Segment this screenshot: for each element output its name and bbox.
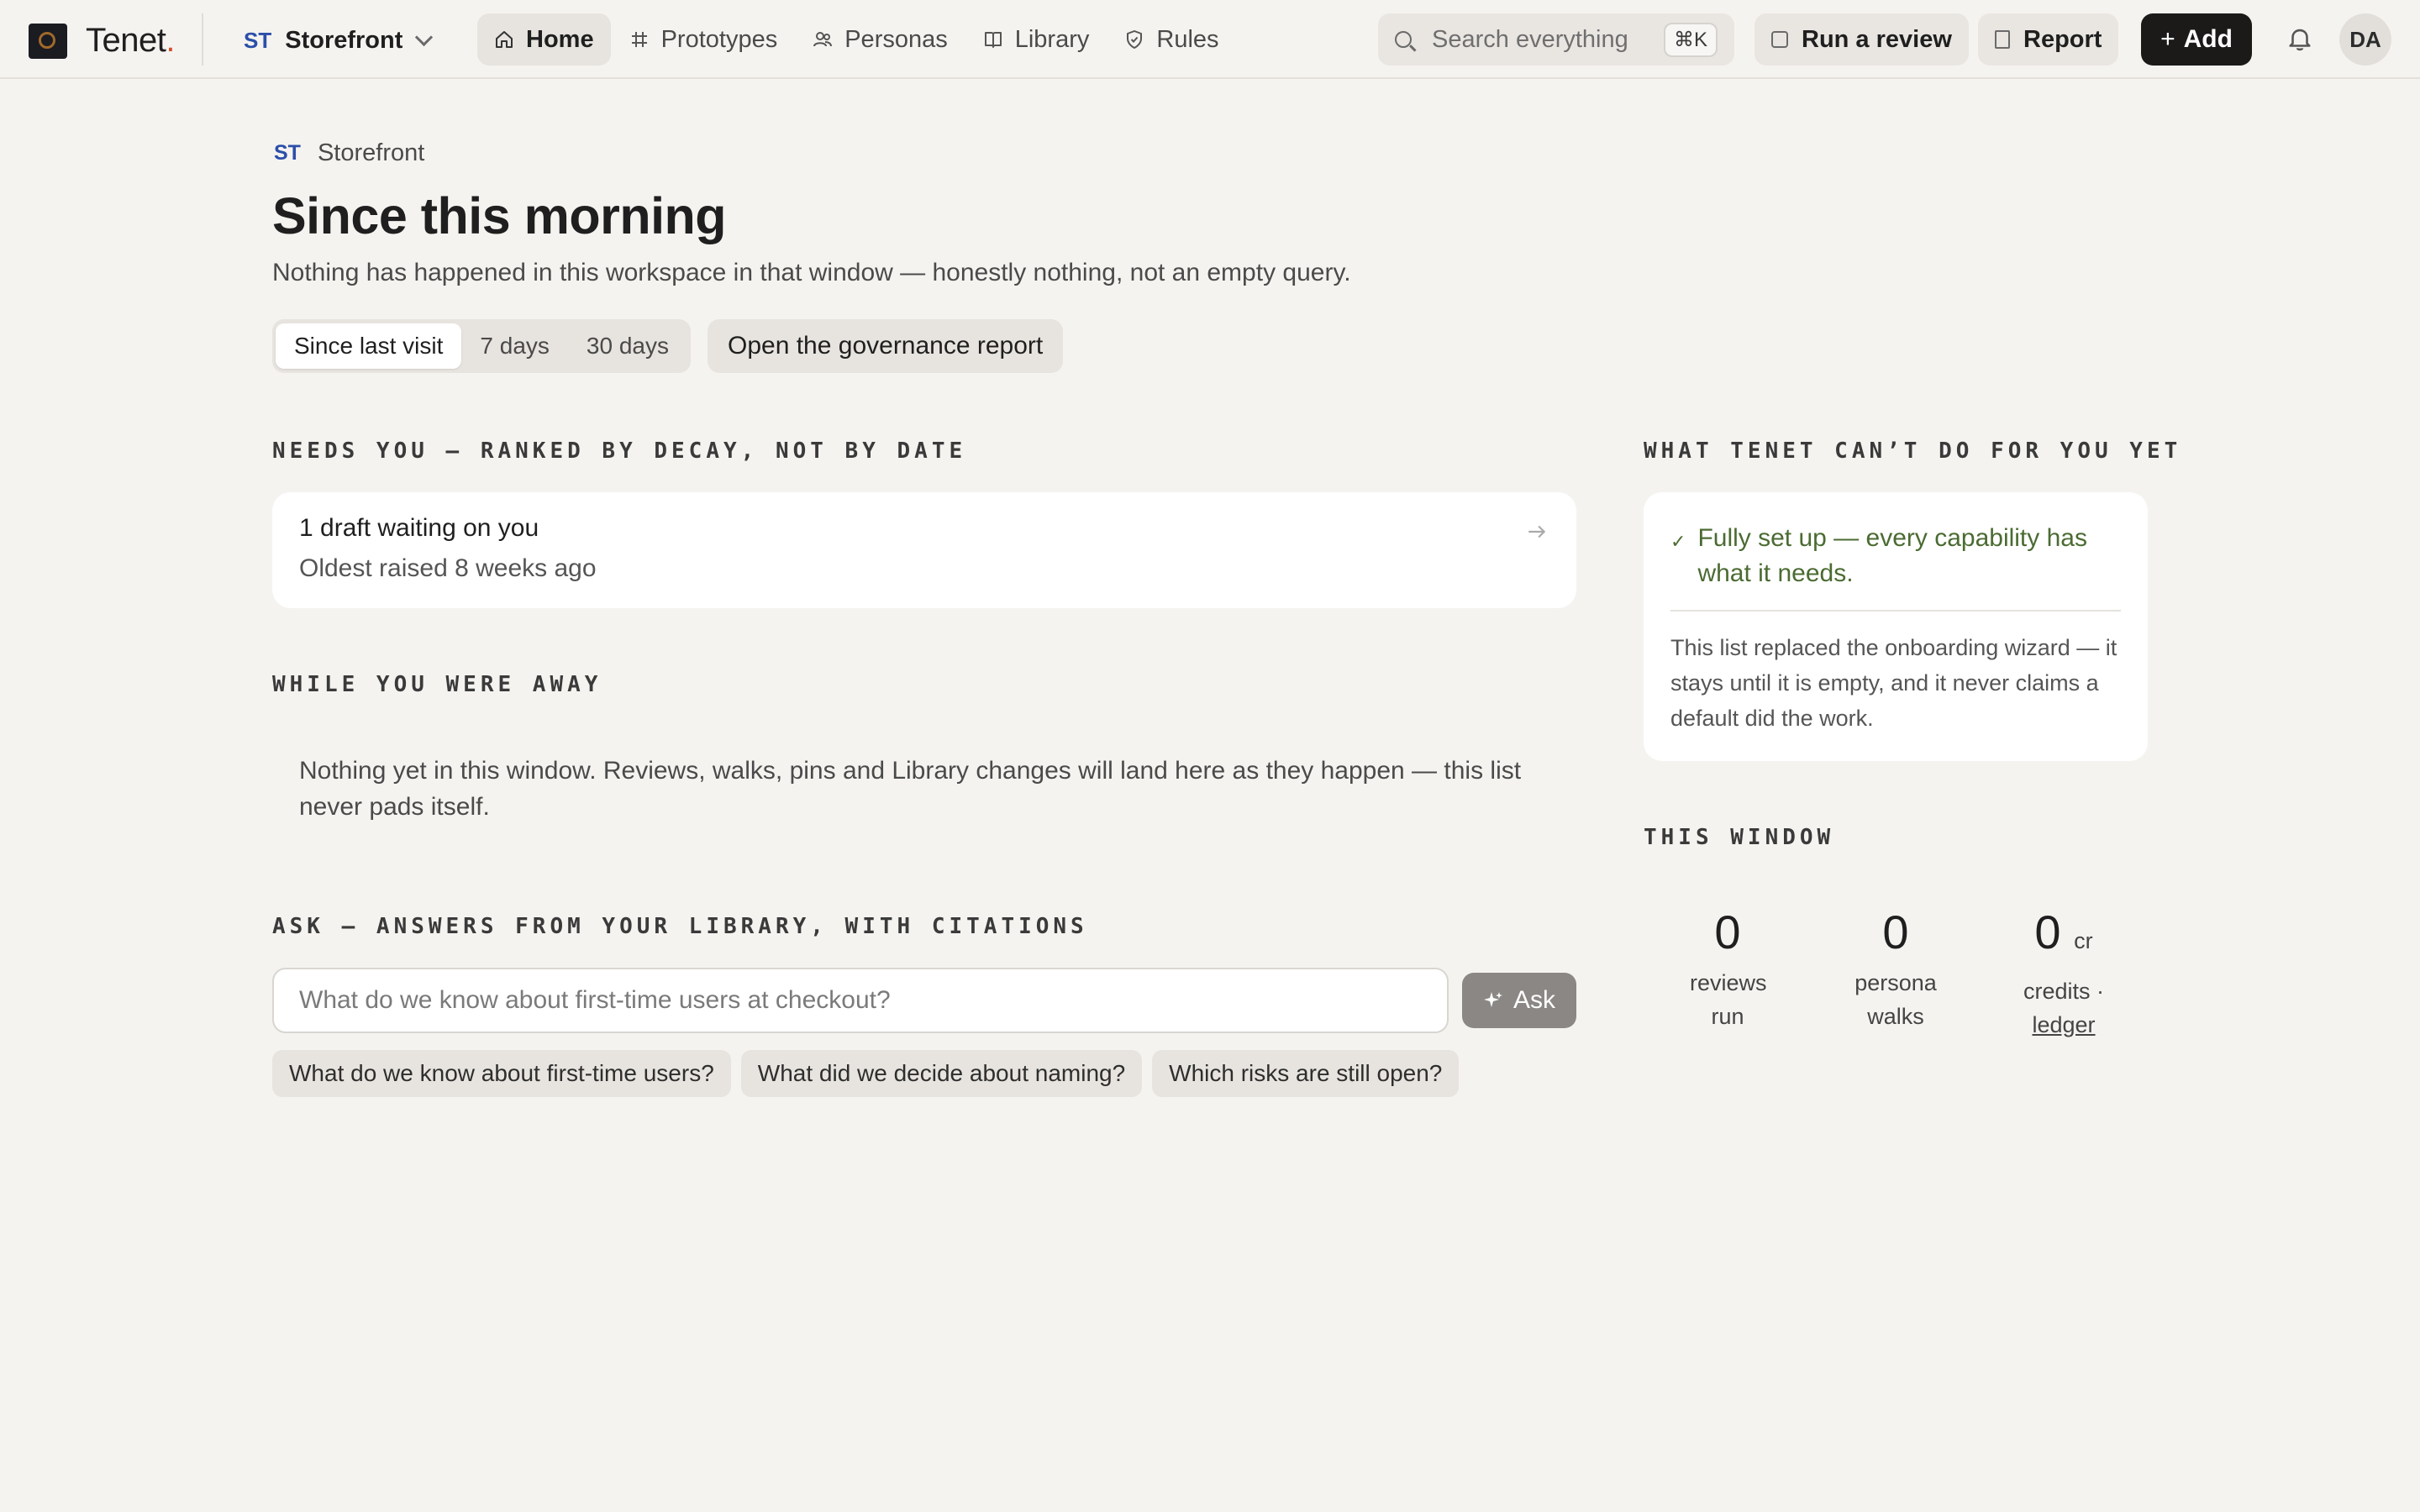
nav-label: Home bbox=[526, 25, 594, 53]
window-stats: 0 reviews run 0 persona walks 0 cr credi… bbox=[1644, 899, 2148, 1042]
add-label: Add bbox=[2183, 25, 2233, 53]
tenet-logo-icon bbox=[29, 23, 67, 59]
home-icon bbox=[496, 31, 513, 48]
suggestion-chip[interactable]: What do we know about first-time users? bbox=[272, 1050, 731, 1097]
stat-value: 0 bbox=[1882, 906, 1909, 958]
window-section-label: This window bbox=[1644, 825, 1835, 850]
range-since-last-visit[interactable]: Since last visit bbox=[276, 323, 462, 369]
search-bar[interactable]: Search everything ⌘K bbox=[1378, 13, 1734, 66]
nav-rules[interactable]: Rules bbox=[1107, 13, 1235, 66]
add-button[interactable]: + Add bbox=[2141, 13, 2252, 66]
nav-label: Rules bbox=[1156, 25, 1219, 53]
away-empty-text: Nothing yet in this window. Reviews, wal… bbox=[299, 757, 1522, 821]
away-section-label: While you were away bbox=[272, 672, 602, 697]
ask-input[interactable] bbox=[272, 968, 1449, 1033]
nav-prototypes[interactable]: Prototypes bbox=[613, 13, 795, 66]
app-name: Tenet. bbox=[86, 22, 175, 59]
governance-report-button[interactable]: Open the governance report bbox=[708, 319, 1064, 373]
run-review-label: Run a review bbox=[1802, 25, 1952, 53]
top-bar: Tenet. ST Storefront Home Prototypes Per… bbox=[0, 0, 2420, 79]
report-label: Report bbox=[2023, 25, 2102, 53]
workspace-code: ST bbox=[244, 27, 272, 53]
divider bbox=[202, 13, 203, 66]
nav-label: Library bbox=[1014, 25, 1090, 53]
suggestion-chip[interactable]: What did we decide about naming? bbox=[740, 1050, 1143, 1097]
nav-personas[interactable]: Personas bbox=[796, 13, 965, 66]
capabilities-card: ✓ Fully set up — every capability has wh… bbox=[1644, 492, 2148, 761]
ask-button[interactable]: Ask bbox=[1462, 973, 1576, 1028]
range-selector: Since last visit 7 days 30 days bbox=[272, 319, 691, 373]
nav-library[interactable]: Library bbox=[966, 13, 1107, 66]
stat-value-row: 0 cr bbox=[1980, 899, 2148, 974]
nav-label: Prototypes bbox=[660, 25, 778, 53]
crumb-workspace-name: Storefront bbox=[317, 139, 425, 166]
document-icon bbox=[1995, 30, 2010, 49]
breadcrumb: ST Storefront bbox=[274, 139, 424, 167]
sparkle-icon bbox=[1483, 992, 1502, 1007]
nav-home[interactable]: Home bbox=[477, 13, 611, 66]
avatar[interactable]: DA bbox=[2339, 13, 2391, 66]
search-shortcut: ⌘K bbox=[1663, 22, 1718, 57]
arrow-right-icon bbox=[1528, 525, 1546, 538]
chevron-down-icon bbox=[415, 28, 434, 46]
hash-frame-icon bbox=[631, 32, 647, 47]
book-icon bbox=[984, 32, 1002, 48]
report-button[interactable]: Report bbox=[1978, 13, 2119, 66]
stat-unit: cr bbox=[2074, 928, 2093, 953]
ask-button-label: Ask bbox=[1512, 986, 1555, 1014]
capabilities-note: This list replaced the onboarding wizard… bbox=[1670, 635, 2118, 731]
needs-item-subtitle: Oldest raised 8 weeks ago bbox=[299, 554, 597, 582]
setup-status: ✓ Fully set up — every capability has wh… bbox=[1670, 521, 2121, 591]
crumb-workspace-code: ST bbox=[274, 141, 301, 165]
check-icon: ✓ bbox=[1670, 531, 1686, 552]
page-subtitle: Nothing has happened in this workspace i… bbox=[272, 259, 1351, 286]
nav-label: Personas bbox=[844, 25, 948, 53]
search-icon bbox=[1395, 31, 1412, 48]
divider bbox=[1670, 610, 2121, 612]
stat-label-text: credits · bbox=[2023, 979, 2105, 1004]
page-title: Since this morning bbox=[272, 187, 727, 244]
brand[interactable]: Tenet. bbox=[29, 22, 175, 60]
stat-value: 0 bbox=[2034, 906, 2061, 958]
people-icon bbox=[813, 32, 833, 47]
stat-value: 0 bbox=[1714, 906, 1741, 958]
cant-section-label: What Tenet can’t do for you yet bbox=[1644, 438, 2182, 464]
needs-section-label: Needs you — ranked by decay, not by date bbox=[272, 438, 967, 464]
shield-icon bbox=[1127, 30, 1143, 49]
workspace-switcher[interactable]: ST Storefront bbox=[244, 24, 434, 57]
range-7-days[interactable]: 7 days bbox=[461, 323, 568, 369]
stat-label: reviews run bbox=[1690, 970, 1767, 1029]
stat-persona-walks: 0 persona walks bbox=[1812, 899, 1980, 1042]
ask-section-label: Ask — answers from your library, with ci… bbox=[272, 914, 1088, 939]
scan-icon bbox=[1771, 31, 1788, 48]
suggestion-chip[interactable]: Which risks are still open? bbox=[1152, 1050, 1460, 1097]
stat-reviews: 0 reviews run bbox=[1644, 899, 1812, 1042]
range-30-days[interactable]: 30 days bbox=[568, 323, 687, 369]
run-review-button[interactable]: Run a review bbox=[1754, 13, 1969, 66]
workspace-name: Storefront bbox=[285, 26, 403, 54]
plus-icon: + bbox=[2160, 25, 2175, 53]
ask-suggestions: What do we know about first-time users? … bbox=[272, 1050, 1469, 1097]
main-nav: Home Prototypes Personas Library Rules bbox=[477, 13, 1238, 66]
needs-item-title: 1 draft waiting on you bbox=[299, 514, 539, 542]
stat-label: persona walks bbox=[1854, 970, 1937, 1029]
ledger-link[interactable]: ledger bbox=[2032, 1012, 2095, 1037]
stat-credits: 0 cr credits · ledger bbox=[1980, 899, 2148, 1042]
bell-icon[interactable] bbox=[2286, 24, 2314, 54]
setup-status-text: Fully set up — every capability has what… bbox=[1697, 524, 2087, 587]
needs-item-card[interactable]: 1 draft waiting on you Oldest raised 8 w… bbox=[272, 492, 1576, 608]
stat-label: credits · ledger bbox=[1980, 974, 2148, 1042]
search-placeholder: Search everything bbox=[1432, 25, 1628, 53]
